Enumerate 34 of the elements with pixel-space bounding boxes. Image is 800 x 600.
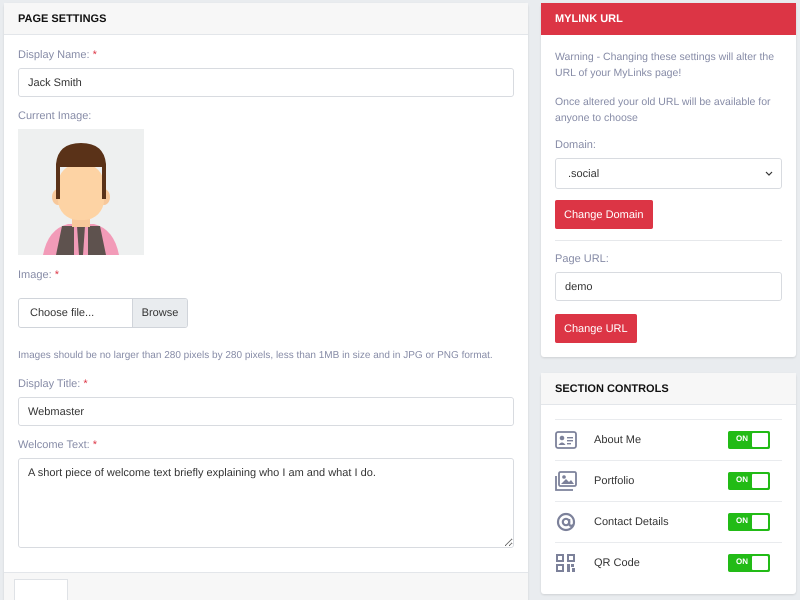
- required-mark: *: [83, 378, 88, 390]
- required-mark: *: [92, 439, 98, 451]
- domain-select[interactable]: .social: [555, 158, 782, 189]
- display-name-field[interactable]: Jack Smith: [18, 68, 514, 97]
- section-label: Contact Details: [594, 516, 670, 528]
- at-sign-icon: [555, 512, 577, 532]
- field-label: Image:: [18, 269, 52, 281]
- field-label: Display Title:: [18, 378, 80, 390]
- section-label: About Me: [594, 434, 642, 446]
- warning-text: Warning - Changing these settings will alter the URL of your MyLinks page!: [555, 50, 776, 81]
- field-label: Display Name:: [18, 49, 90, 61]
- section-label: QR Code: [594, 557, 641, 569]
- card-title: SECTION CONTROLS: [555, 382, 669, 394]
- qr-code-icon: [555, 553, 577, 573]
- field-label: Domain:: [555, 139, 596, 151]
- field-label: Page URL:: [555, 253, 609, 265]
- id-card-icon: [555, 430, 577, 450]
- card-title: PAGE SETTINGS: [18, 12, 106, 24]
- welcome-text-field[interactable]: A short piece of welcome text briefly explaining who I am and what I do.: [18, 458, 514, 548]
- page-url-field[interactable]: demo: [555, 272, 782, 301]
- field-label: Welcome Text:: [18, 439, 90, 451]
- field-label: Current Image:: [18, 110, 92, 122]
- card-title: MYLINK URL: [555, 13, 623, 25]
- change-url-button[interactable]: Change URL: [555, 314, 637, 343]
- required-mark: *: [92, 49, 97, 61]
- section-label: Portfolio: [594, 475, 636, 487]
- file-field[interactable]: Choose file... Browse: [18, 298, 188, 328]
- help-text: Images should be no larger than 280 pixels by 280 pixels, less than 1MB in size and in JPG or PNG format.: [18, 350, 494, 361]
- change-domain-button[interactable]: Change Domain: [555, 200, 652, 229]
- warning-text: Once altered your old URL will be available for anyone to choose: [555, 95, 772, 126]
- display-title-field[interactable]: Webmaster: [18, 397, 514, 426]
- images-icon: [555, 471, 577, 491]
- required-mark: *: [54, 269, 59, 281]
- chevron-down-icon: [765, 171, 773, 176]
